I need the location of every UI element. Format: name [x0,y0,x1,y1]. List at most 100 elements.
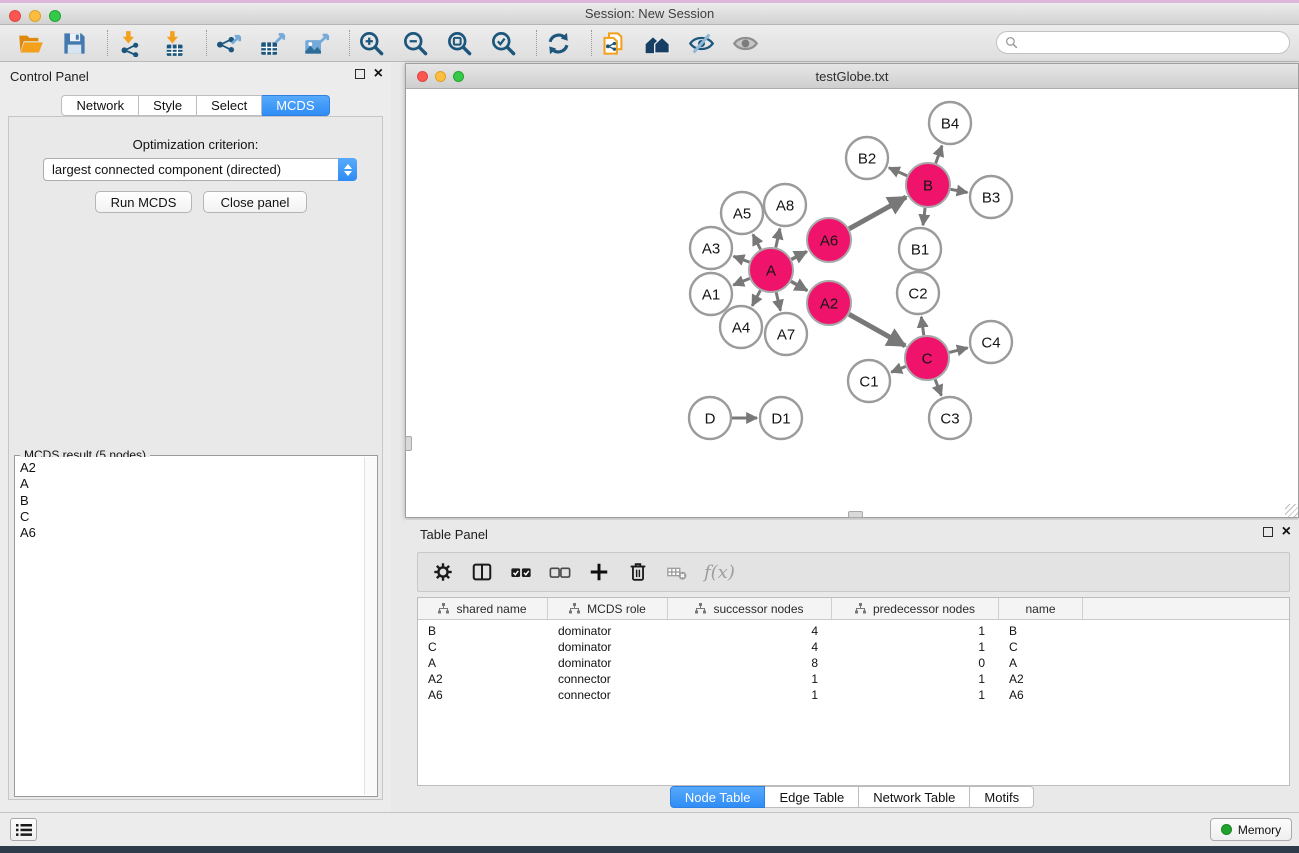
graph-node-A1[interactable]: A1 [690,273,732,315]
graph-node-B1[interactable]: B1 [899,228,941,270]
table-cell[interactable]: 1 [832,687,999,703]
table-cell[interactable]: B [418,623,548,639]
close-table-panel-icon[interactable]: × [1282,527,1291,537]
zoom-out-icon[interactable] [399,27,431,59]
float-panel-icon[interactable] [355,69,365,79]
table-settings-icon[interactable] [431,560,455,584]
result-item[interactable]: C [20,509,363,525]
graph-node-B4[interactable]: B4 [929,102,971,144]
table-cell[interactable]: A [999,655,1083,671]
table-cell[interactable]: B [999,623,1083,639]
search-input[interactable] [1023,36,1281,50]
delete-table-icon[interactable] [665,560,689,584]
export-network-icon[interactable] [212,27,244,59]
zoom-in-icon[interactable] [355,27,387,59]
graph-node-A2[interactable]: A2 [807,281,851,325]
column-header-predecessor-nodes[interactable]: predecessor nodes [832,598,999,619]
column-header-successor-nodes[interactable]: successor nodes [668,598,832,619]
table-cell[interactable]: dominator [548,655,668,671]
minimize-window-button[interactable] [29,10,41,22]
tab-select[interactable]: Select [197,95,262,116]
import-network-icon[interactable] [113,27,145,59]
splitter-grip-left[interactable] [405,436,412,451]
table-cell[interactable]: C [418,639,548,655]
delete-column-icon[interactable] [626,560,650,584]
first-neighbors-icon[interactable] [641,27,673,59]
result-item[interactable]: A [20,476,363,492]
graph-node-A6[interactable]: A6 [807,218,851,262]
table-cell[interactable]: C [999,639,1083,655]
graph-edge-A-A7[interactable] [776,292,780,310]
unselect-all-checkboxes-icon[interactable] [548,560,572,584]
table-cell[interactable]: 8 [668,655,832,671]
graph-node-A4[interactable]: A4 [720,306,762,348]
tab-node-table[interactable]: Node Table [670,786,766,808]
tab-network[interactable]: Network [61,95,139,116]
graph-node-A3[interactable]: A3 [690,227,732,269]
search-field[interactable] [996,31,1290,54]
save-session-icon[interactable] [58,27,90,59]
graph-edge-C-C3[interactable] [935,380,941,396]
table-cell[interactable]: 1 [832,671,999,687]
table-row[interactable]: Cdominator41C [418,639,1289,655]
table-cell[interactable]: connector [548,671,668,687]
result-item[interactable]: A6 [20,525,363,541]
graph-node-D[interactable]: D [689,397,731,439]
table-cell[interactable]: 1 [668,687,832,703]
table-cell[interactable]: A2 [999,671,1083,687]
result-item[interactable]: B [20,493,363,509]
add-column-icon[interactable] [587,560,611,584]
graph-node-B2[interactable]: B2 [846,137,888,179]
table-cell[interactable]: A [418,655,548,671]
graph-node-A8[interactable]: A8 [764,184,806,226]
table-cell[interactable]: dominator [548,639,668,655]
graph-edge-A-A5[interactable] [753,234,761,249]
run-mcds-button[interactable]: Run MCDS [95,191,192,213]
close-panel-icon[interactable]: × [374,69,383,79]
function-builder-icon[interactable]: f(x) [704,562,735,583]
new-network-from-selection-icon[interactable] [597,27,629,59]
table-cell[interactable]: A6 [999,687,1083,703]
refresh-layout-icon[interactable] [542,27,574,59]
float-table-panel-icon[interactable] [1263,527,1273,537]
graph-edge-C-C2[interactable] [921,317,924,335]
graph-edge-C-C1[interactable] [891,367,905,373]
graph-node-A[interactable]: A [749,248,793,292]
window-resize-grip[interactable] [1285,504,1298,517]
table-row[interactable]: A2connector11A2 [418,671,1289,687]
graph-edge-A-A6[interactable] [791,252,806,260]
table-cell[interactable]: 1 [832,623,999,639]
graph-node-B[interactable]: B [906,163,950,207]
graph-node-C2[interactable]: C2 [897,272,939,314]
table-row[interactable]: Bdominator41B [418,623,1289,639]
tab-network-table[interactable]: Network Table [859,786,970,808]
zoom-selected-icon[interactable] [487,27,519,59]
network-canvas[interactable]: B4B2BB3A8A5A6A3B1AA1C2A2A4A7C4CC1DD1C3 [406,89,1298,517]
tab-mcds[interactable]: MCDS [262,95,329,116]
close-panel-button[interactable]: Close panel [203,191,307,213]
table-cell[interactable]: 4 [668,639,832,655]
graph-edge-A-A8[interactable] [776,229,780,248]
graph-node-A5[interactable]: A5 [721,192,763,234]
graph-edge-A-A3[interactable] [734,256,750,262]
result-scrollbar[interactable] [364,457,377,795]
table-cell[interactable]: 1 [668,671,832,687]
tab-style[interactable]: Style [139,95,197,116]
graph-edge-B-B2[interactable] [889,168,907,176]
table-cell[interactable]: 1 [832,639,999,655]
open-session-icon[interactable] [14,27,46,59]
graph-node-C1[interactable]: C1 [848,360,890,402]
tab-motifs[interactable]: Motifs [970,786,1034,808]
close-window-button[interactable] [9,10,21,22]
table-cell[interactable]: A2 [418,671,548,687]
graph-node-C3[interactable]: C3 [929,397,971,439]
network-zoom-button[interactable] [453,71,464,82]
graph-node-D1[interactable]: D1 [760,397,802,439]
network-minimize-button[interactable] [435,71,446,82]
task-history-button[interactable] [10,818,37,841]
memory-button[interactable]: Memory [1210,818,1292,841]
result-item[interactable]: A2 [20,460,363,476]
column-visibility-icon[interactable] [470,560,494,584]
graph-node-A7[interactable]: A7 [765,313,807,355]
graph-edge-B-B4[interactable] [936,146,942,164]
